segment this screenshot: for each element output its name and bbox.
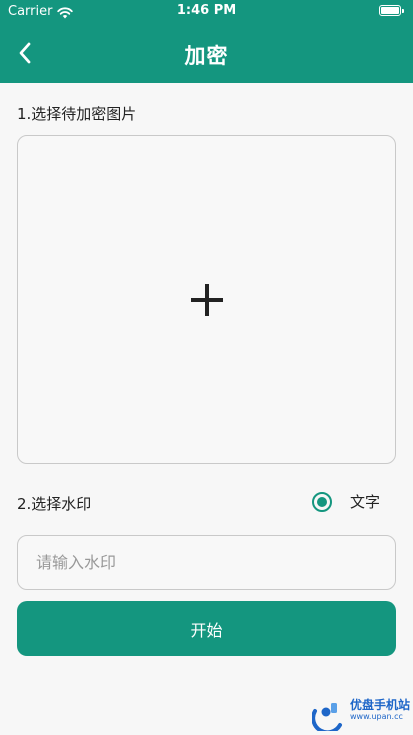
watermark-type-radio[interactable]: 文字 xyxy=(312,491,380,512)
start-button[interactable]: 开始 xyxy=(17,601,396,656)
plus-icon xyxy=(190,283,223,316)
logo-text-cn: 优盘手机站 xyxy=(350,698,411,712)
page-title: 加密 xyxy=(184,44,229,68)
battery-icon xyxy=(379,5,404,16)
section-2-label: 2.选择水印 xyxy=(17,495,92,513)
site-watermark-logo: 优盘手机站 www.upan.cc xyxy=(312,699,410,731)
radio-label-text: 文字 xyxy=(350,493,381,511)
image-upload-area[interactable] xyxy=(17,135,396,464)
usb-drive-icon xyxy=(312,703,342,731)
radio-selected-dot xyxy=(317,496,327,507)
radio-button[interactable] xyxy=(312,491,332,512)
status-time: 1:46 PM xyxy=(176,3,237,18)
section-1-label: 1.选择待加密图片 xyxy=(17,105,137,123)
logo-text-en: www.upan.cc xyxy=(350,712,403,721)
nav-bar: 加密 xyxy=(0,24,413,83)
watermark-input[interactable] xyxy=(17,535,396,590)
status-bar: Carrier 1:46 PM xyxy=(0,0,413,24)
